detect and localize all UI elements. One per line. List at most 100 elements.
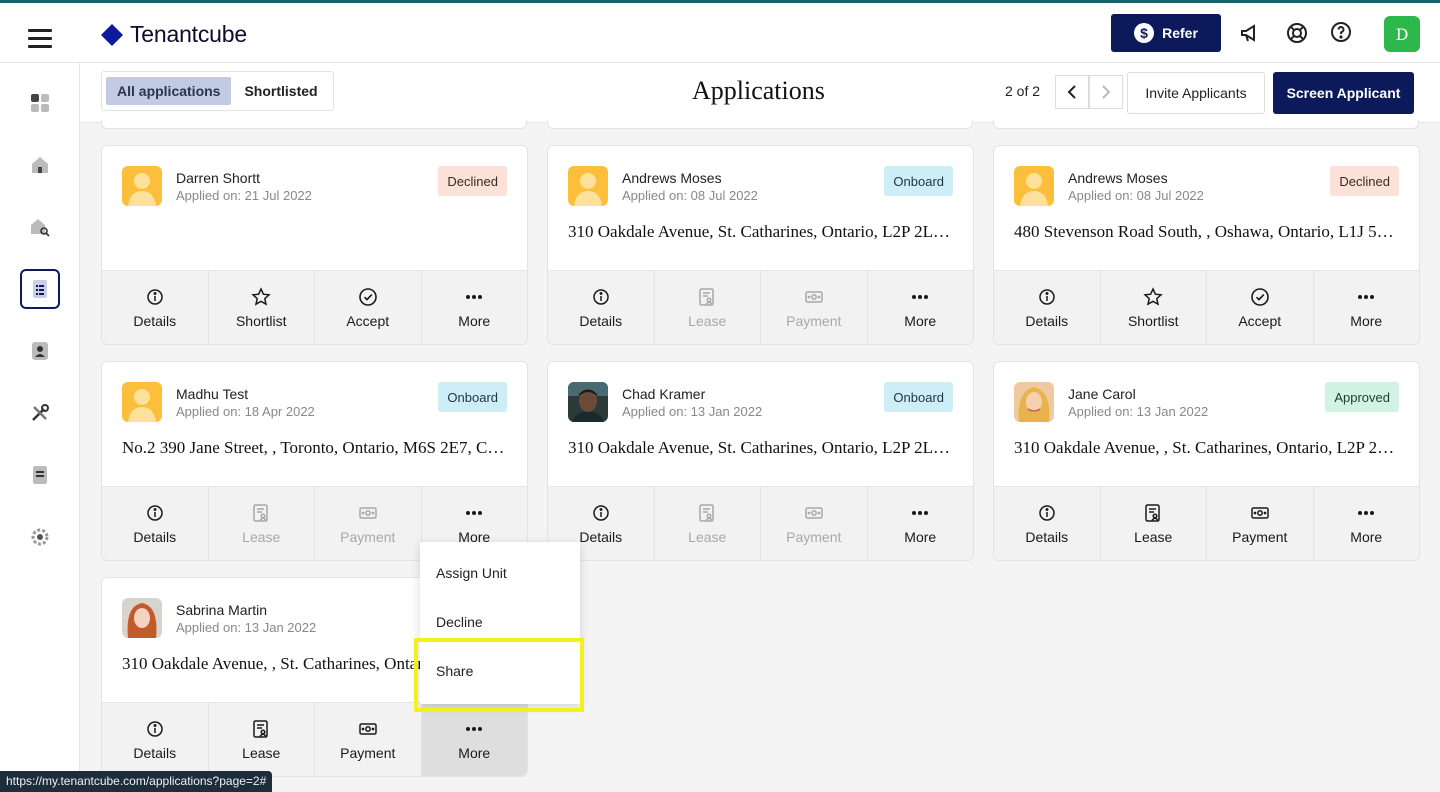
settings-gear-icon[interactable] <box>20 517 60 557</box>
share-highlight-box <box>414 638 584 712</box>
documents-icon[interactable] <box>20 455 60 495</box>
megaphone-icon[interactable] <box>1239 21 1263 45</box>
action-label: Details <box>133 744 177 761</box>
application-card: Madhu Test Applied on: 18 Apr 2022 Onboard… <box>101 361 528 561</box>
properties-icon[interactable] <box>20 145 60 185</box>
action-label: Accept <box>1238 312 1282 329</box>
tenants-icon[interactable] <box>20 331 60 371</box>
status-badge: Declined <box>1330 166 1399 196</box>
previous-page-button[interactable] <box>1055 75 1089 109</box>
action-label: Lease <box>688 312 727 329</box>
application-card: Andrews Moses Applied on: 08 Jul 2022 Decl… <box>993 145 1420 345</box>
action-label: Lease <box>688 528 727 545</box>
status-badge: Onboard <box>884 166 953 196</box>
property-address: No.2 390 Jane Street, , Toronto, Ontario… <box>122 438 508 457</box>
more-dots-icon <box>910 287 930 307</box>
more-action[interactable]: More <box>868 487 974 560</box>
svg-text:$: $ <box>1140 25 1148 41</box>
payment-action[interactable]: Payment <box>315 487 422 560</box>
more-action[interactable]: More <box>421 703 527 776</box>
applicant-avatar <box>122 598 162 638</box>
applicant-name: Jane Carol <box>1068 386 1136 402</box>
listings-search-icon[interactable] <box>20 207 60 247</box>
lease-action[interactable]: Lease <box>209 487 315 560</box>
details-action[interactable]: Details <box>102 703 209 776</box>
check-circle-icon <box>1250 287 1270 307</box>
action-label: Payment <box>340 744 396 761</box>
action-label: Details <box>133 528 177 545</box>
screen-applicant-button[interactable]: Screen Applicant <box>1273 72 1414 114</box>
applicant-name: Sabrina Martin <box>176 602 268 618</box>
action-label: Details <box>133 312 177 329</box>
more-action[interactable]: More <box>868 271 974 344</box>
more-dots-icon <box>464 719 484 739</box>
applicant-name: Darren Shortt <box>176 170 261 186</box>
property-address: 310 Oakdale Avenue, St. Catharines, Onta… <box>568 222 954 241</box>
payment-icon <box>1250 503 1270 523</box>
menu-item-decline[interactable]: Decline <box>436 614 483 630</box>
details-action[interactable]: Details <box>994 487 1101 560</box>
application-card: Jane Carol Applied on: 13 Jan 2022 Approve… <box>993 361 1420 561</box>
dollar-icon: $ <box>1134 23 1155 43</box>
applicant-avatar <box>122 382 162 422</box>
action-label: Payment <box>786 528 842 545</box>
invite-applicants-button[interactable]: Invite Applicants <box>1127 72 1265 114</box>
applications-toolbar: All applications Shortlisted Application… <box>80 63 1440 123</box>
lease-document-icon <box>697 287 717 307</box>
more-action[interactable]: More <box>1314 271 1420 344</box>
chevron-left-icon <box>1067 85 1076 99</box>
accept-action[interactable]: Accept <box>315 271 422 344</box>
tab-shortlisted[interactable]: Shortlisted <box>233 77 328 105</box>
payment-action[interactable]: Payment <box>315 703 422 776</box>
application-card: Andrews Moses Applied on: 08 Jul 2022 Onbo… <box>547 145 974 345</box>
menu-item-assign-unit[interactable]: Assign Unit <box>436 565 507 581</box>
shortlist-action[interactable]: Shortlist <box>209 271 315 344</box>
info-icon <box>145 719 165 739</box>
refer-button[interactable]: $ Refer <box>1111 14 1221 52</box>
more-action[interactable]: More <box>422 271 528 344</box>
applications-icon[interactable] <box>20 269 60 309</box>
refer-label: Refer <box>1162 25 1198 41</box>
action-label: Payment <box>1232 528 1288 545</box>
brand-logo[interactable]: Tenantcube <box>100 21 247 48</box>
lease-action[interactable]: Lease <box>209 703 315 776</box>
lease-action[interactable]: Lease <box>1101 487 1207 560</box>
applied-date: Applied on: 08 Jul 2022 <box>622 188 758 203</box>
shortlist-action[interactable]: Shortlist <box>1101 271 1207 344</box>
action-label: Accept <box>346 312 390 329</box>
user-avatar[interactable]: D <box>1384 16 1420 52</box>
menu-icon[interactable] <box>28 29 52 48</box>
tab-all-applications[interactable]: All applications <box>106 77 232 105</box>
info-icon <box>1037 503 1057 523</box>
details-action[interactable]: Details <box>994 271 1101 344</box>
lease-action[interactable]: Lease <box>655 487 761 560</box>
star-icon <box>251 286 271 307</box>
payment-icon <box>358 719 378 739</box>
payment-action[interactable]: Payment <box>1207 487 1314 560</box>
support-icon[interactable] <box>1285 21 1309 45</box>
info-icon <box>145 287 165 307</box>
card-actions: Details Lease Payment More <box>102 702 527 776</box>
details-action[interactable]: Details <box>102 487 209 560</box>
action-label: Payment <box>786 312 842 329</box>
maintenance-tools-icon[interactable] <box>20 393 60 433</box>
applied-date: Applied on: 08 Jul 2022 <box>1068 188 1204 203</box>
dashboard-icon[interactable] <box>20 83 60 123</box>
applicant-avatar <box>1014 382 1054 422</box>
check-circle-icon <box>358 287 378 307</box>
action-label: Details <box>1025 312 1069 329</box>
card-actions: Details Shortlist Accept More <box>994 270 1419 344</box>
status-bar-url: https://my.tenantcube.com/applications?p… <box>0 771 273 792</box>
payment-action[interactable]: Payment <box>761 271 868 344</box>
next-page-button[interactable] <box>1089 75 1123 109</box>
applicant-name: Andrews Moses <box>622 170 722 186</box>
applicant-avatar <box>122 166 162 206</box>
details-action[interactable]: Details <box>102 271 209 344</box>
more-action[interactable]: More <box>1314 487 1420 560</box>
details-action[interactable]: Details <box>548 271 655 344</box>
info-icon <box>1037 287 1057 307</box>
payment-action[interactable]: Payment <box>761 487 868 560</box>
accept-action[interactable]: Accept <box>1207 271 1314 344</box>
help-icon[interactable] <box>1329 20 1353 44</box>
lease-action[interactable]: Lease <box>655 271 761 344</box>
